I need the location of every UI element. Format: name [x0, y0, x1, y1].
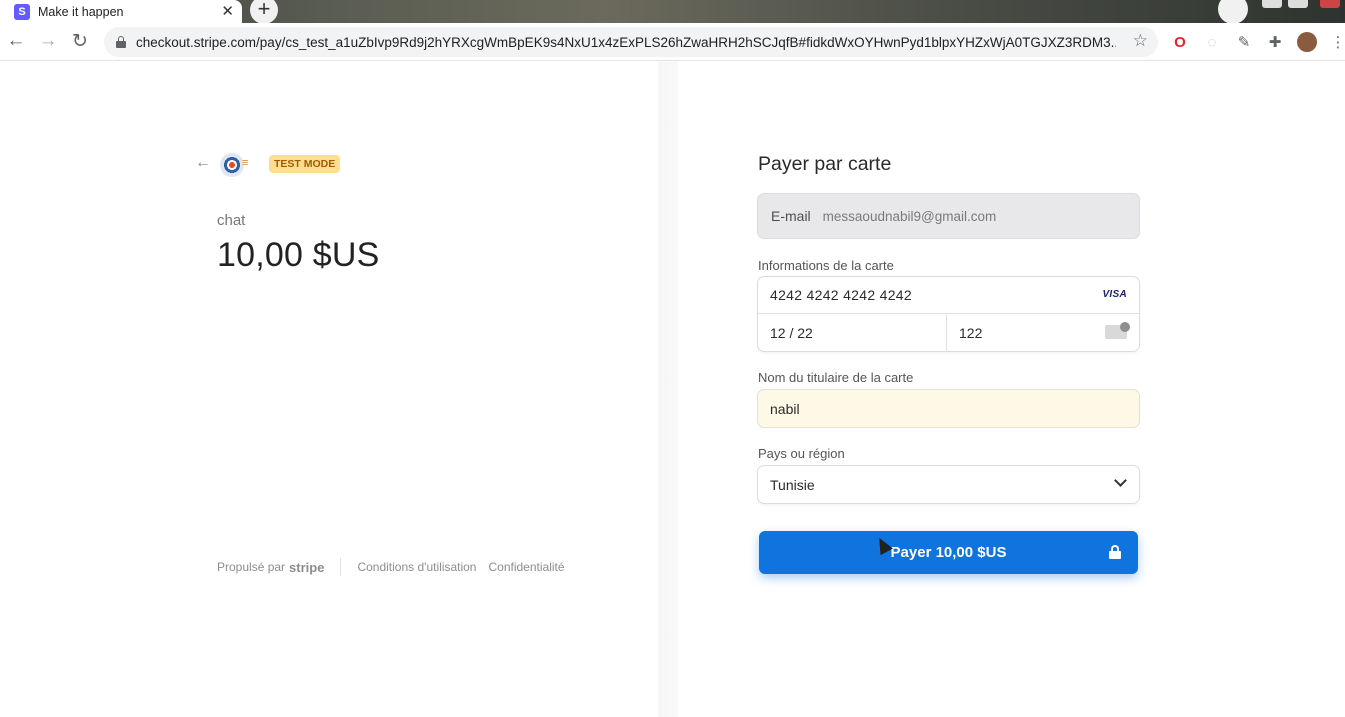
cvc-input[interactable]: 122 — [947, 314, 1139, 351]
checkout-page: ← ≡ TEST MODE chat 10,00 $US Propulsé pa… — [0, 62, 1345, 717]
extensions-puzzle-icon[interactable]: ✚ — [1265, 32, 1285, 52]
chevron-down-icon — [1114, 474, 1127, 487]
back-icon[interactable]: ← — [3, 28, 29, 54]
card-info-label: Informations de la carte — [758, 258, 894, 273]
browser-tab-strip: S Make it happen ✕ + — [0, 0, 1345, 24]
product-name: chat — [217, 212, 246, 229]
lock-icon — [116, 36, 126, 48]
profile-avatar[interactable] — [1297, 32, 1317, 52]
expiry-input[interactable]: 12 / 22 — [758, 314, 947, 351]
country-select[interactable]: Tunisie — [758, 466, 1139, 503]
powered-by-label: Propulsé par — [217, 560, 286, 574]
target-logo-icon — [220, 153, 244, 177]
opera-extension-icon[interactable]: O — [1170, 32, 1190, 52]
country-value: Tunisie — [770, 476, 815, 493]
terms-link[interactable]: Conditions d'utilisation — [357, 560, 476, 574]
order-total: 10,00 $US — [217, 236, 380, 274]
tab-search-button[interactable] — [1218, 0, 1248, 24]
form-title: Payer par carte — [758, 153, 892, 175]
email-value: messaoudnabil9@gmail.com — [822, 208, 997, 224]
cvc-card-icon — [1105, 322, 1130, 339]
browser-tab[interactable]: S Make it happen ✕ — [0, 0, 242, 23]
card-info-group: 4242 4242 4242 4242 VISA 12 / 22 122 — [758, 277, 1139, 351]
pay-button[interactable]: Payer 10,00 $US — [759, 531, 1138, 574]
pane-divider — [658, 62, 678, 717]
url-text[interactable]: checkout.stripe.com/pay/cs_test_a1uZbIvp… — [136, 35, 1116, 50]
tab-title: Make it happen — [38, 4, 124, 19]
new-tab-button[interactable]: + — [250, 0, 278, 24]
browser-menu-icon[interactable]: ⋮ — [1328, 32, 1345, 52]
stripe-favicon-icon: S — [14, 3, 30, 20]
cardholder-label: Nom du titulaire de la carte — [758, 370, 914, 385]
footer-divider — [340, 558, 342, 576]
eyedropper-icon[interactable]: ✎ — [1234, 32, 1254, 52]
card-number-value: 4242 4242 4242 4242 — [770, 287, 912, 303]
footer: Propulsé par stripe Conditions d'utilisa… — [217, 558, 577, 576]
browser-toolbar: ← → ↻ checkout.stripe.com/pay/cs_test_a1… — [0, 23, 1345, 61]
test-mode-badge: TEST MODE — [269, 155, 341, 173]
close-window-button[interactable] — [1320, 0, 1340, 8]
pay-button-label: Payer 10,00 $US — [890, 544, 1007, 561]
cardholder-name-input[interactable]: nabil — [758, 390, 1139, 427]
email-label: E-mail — [771, 208, 811, 224]
payment-form: Payer par carte E-mail messaoudnabil9@gm… — [678, 62, 1345, 717]
back-arrow-icon[interactable]: ← — [195, 154, 211, 172]
dart-icon: ≡ — [242, 157, 249, 169]
tab-close-icon[interactable]: ✕ — [221, 2, 234, 20]
card-number-input[interactable]: 4242 4242 4242 4242 VISA — [758, 277, 1139, 314]
address-bar[interactable]: checkout.stripe.com/pay/cs_test_a1uZbIvp… — [104, 27, 1158, 57]
lock-icon — [1109, 545, 1121, 559]
country-label: Pays ou région — [758, 446, 845, 461]
forward-icon[interactable]: → — [35, 28, 61, 54]
order-summary: ← ≡ TEST MODE chat 10,00 $US Propulsé pa… — [0, 62, 658, 717]
minimize-button[interactable] — [1262, 0, 1282, 8]
maximize-button[interactable] — [1288, 0, 1308, 8]
reload-icon[interactable]: ↻ — [67, 28, 93, 54]
extension-icon[interactable]: ◌ — [1202, 32, 1222, 52]
bookmark-star-icon[interactable]: ☆ — [1133, 31, 1148, 51]
expiry-value: 12 / 22 — [770, 324, 813, 341]
stripe-brand-link[interactable]: stripe — [289, 560, 324, 575]
visa-icon: VISA — [1102, 289, 1127, 300]
privacy-link[interactable]: Confidentialité — [488, 560, 564, 574]
cvc-value: 122 — [959, 324, 983, 341]
email-field: E-mail messaoudnabil9@gmail.com — [758, 194, 1139, 238]
cardholder-name-value: nabil — [770, 400, 800, 417]
